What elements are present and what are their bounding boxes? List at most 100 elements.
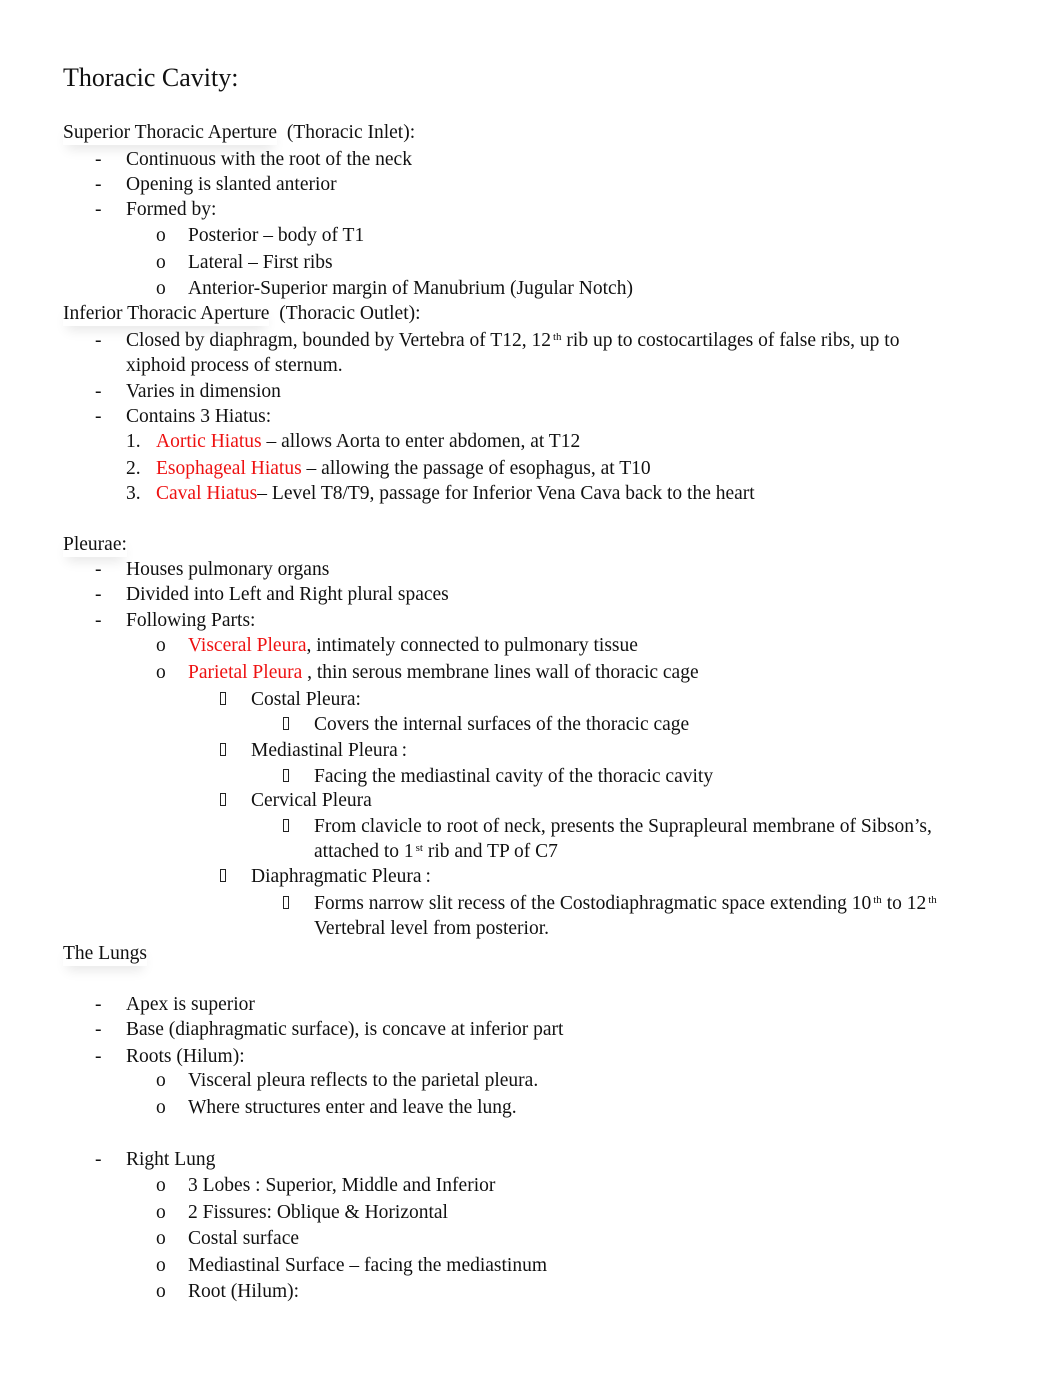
superscript: th (873, 894, 882, 906)
dash-bullet: - (95, 199, 102, 220)
text: to 12 (886, 893, 927, 914)
missing-glyph-bullet-icon (283, 765, 289, 789)
highlighted-term: Parietal Pleura (188, 662, 303, 683)
list-item: Visceral Pleura, intimately connected to… (188, 634, 638, 658)
heading-suffix: (Thoracic Outlet): (279, 303, 421, 324)
list-item: Right Lung (126, 1149, 216, 1170)
missing-glyph-bullet-icon (220, 739, 226, 763)
circle-bullet: o (156, 1202, 166, 1223)
missing-glyph-bullet-icon (283, 815, 289, 839)
missing-glyph-bullet-icon (220, 688, 226, 712)
circle-bullet: o (156, 278, 166, 299)
list-item: Facing the mediastinal cavity of the tho… (314, 766, 714, 787)
text: , intimately connected to pulmonary tiss… (306, 635, 638, 656)
circle-bullet: o (156, 662, 166, 683)
list-item-continuation: attached to 1st rib and TP of C7 (314, 840, 558, 864)
highlighted-term: Aortic Hiatus (156, 431, 262, 452)
superscript: st (415, 842, 423, 854)
missing-glyph-bullet-icon (220, 789, 226, 813)
list-item: Parietal Pleura , thin serous membrane l… (188, 661, 699, 685)
heading-text: Inferior Thoracic Aperture (63, 303, 270, 324)
superscript: th (928, 894, 937, 906)
list-item-continuation: Vertebral level from posterior. (314, 918, 549, 939)
number-marker: 2. (126, 458, 141, 479)
list-item: Caval Hiatus– Level T8/T9, passage for I… (156, 482, 755, 506)
list-item-continuation: xiphoid process of sternum. (126, 355, 343, 376)
list-item: Base (diaphragmatic surface), is concave… (126, 1019, 564, 1040)
heading-superior-aperture: Superior Thoracic Aperture (Thoracic Inl… (63, 121, 415, 145)
list-item: Anterior-Superior margin of Manubrium (J… (188, 278, 633, 299)
dash-bullet: - (95, 381, 102, 402)
text: – allows Aorta to enter abdomen, at T12 (261, 431, 581, 452)
text: – Level T8/T9, passage for Inferior Vena… (257, 483, 755, 504)
dash-bullet: - (95, 174, 102, 195)
list-item: 2 Fissures: Oblique & Horizontal (188, 1202, 448, 1223)
list-item: Divided into Left and Right plural space… (126, 584, 449, 605)
list-item: Following Parts: (126, 610, 256, 631)
dash-bullet: - (95, 1149, 102, 1170)
dash-bullet: - (95, 1046, 102, 1067)
heading-text: The Lungs (63, 943, 147, 964)
dash-bullet: - (95, 584, 102, 605)
number-marker: 1. (126, 431, 141, 452)
missing-glyph-bullet-icon (283, 892, 289, 916)
list-item: Formed by: (126, 199, 217, 220)
circle-bullet: o (156, 1097, 166, 1118)
list-item: Costal surface (188, 1228, 300, 1249)
list-item: Opening is slanted anterior (126, 174, 337, 195)
dash-bullet: - (95, 330, 102, 351)
text: – allowing the passage of esophagus, at … (301, 458, 651, 479)
dash-bullet: - (95, 994, 102, 1015)
circle-bullet: o (156, 1070, 166, 1091)
dash-bullet: - (95, 610, 102, 631)
document-page: Thoracic Cavity: Superior Thoracic Apert… (0, 0, 1062, 1377)
list-item: Cervical Pleura (251, 790, 372, 811)
list-item: Closed by diaphragm, bounded by Vertebra… (126, 329, 899, 353)
heading-text: Pleurae: (63, 534, 127, 555)
circle-bullet: o (156, 1255, 166, 1276)
list-item: Houses pulmonary organs (126, 559, 330, 580)
circle-bullet: o (156, 252, 166, 273)
text: , thin serous membrane lines wall of tho… (302, 662, 699, 683)
heading-text: Superior Thoracic Aperture (63, 122, 278, 143)
list-item: Lateral – First ribs (188, 252, 333, 273)
dash-bullet: - (95, 1019, 102, 1040)
highlighted-term: Caval Hiatus (156, 483, 258, 504)
list-item: Visceral pleura reflects to the parietal… (188, 1070, 539, 1091)
heading-lungs: The Lungs (63, 942, 147, 966)
list-item: Mediastinal Pleura : (251, 740, 408, 761)
text: rib and TP of C7 (427, 841, 558, 862)
highlighted-term: Esophageal Hiatus (156, 458, 302, 479)
missing-glyph-bullet-icon (283, 713, 289, 737)
list-item: Diaphragmatic Pleura : (251, 866, 431, 887)
dash-bullet: - (95, 559, 102, 580)
list-item: Roots (Hilum): (126, 1046, 245, 1067)
highlighted-term: Visceral Pleura (188, 635, 307, 656)
text: attached to 1 (314, 841, 414, 862)
list-item: Posterior – body of T1 (188, 225, 365, 246)
superscript: th (552, 331, 562, 343)
list-item: Varies in dimension (126, 381, 281, 402)
text: Closed by diaphragm, bounded by Vertebra… (126, 330, 551, 351)
list-item: 3 Lobes : Superior, Middle and Inferior (188, 1175, 496, 1196)
list-item: Covers the internal surfaces of the thor… (314, 714, 690, 735)
circle-bullet: o (156, 225, 166, 246)
list-item: Aortic Hiatus – allows Aorta to enter ab… (156, 430, 580, 454)
list-item: Mediastinal Surface – facing the mediast… (188, 1255, 548, 1276)
circle-bullet: o (156, 1228, 166, 1249)
number-marker: 3. (126, 483, 141, 504)
circle-bullet: o (156, 1175, 166, 1196)
document-title: Thoracic Cavity: (63, 63, 239, 92)
list-item: Where structures enter and leave the lun… (188, 1097, 517, 1118)
list-item: Continuous with the root of the neck (126, 149, 412, 170)
list-item: Contains 3 Hiatus: (126, 406, 272, 427)
list-item: From clavicle to root of neck, presents … (314, 816, 932, 837)
heading-inferior-aperture: Inferior Thoracic Aperture (Thoracic Out… (63, 302, 421, 326)
list-item: Apex is superior (126, 994, 255, 1015)
dash-bullet: - (95, 406, 102, 427)
circle-bullet: o (156, 1281, 166, 1302)
list-item: Forms narrow slit recess of the Costodia… (314, 892, 937, 916)
heading-suffix: (Thoracic Inlet): (286, 122, 416, 143)
circle-bullet: o (156, 635, 166, 656)
missing-glyph-bullet-icon (220, 865, 226, 889)
